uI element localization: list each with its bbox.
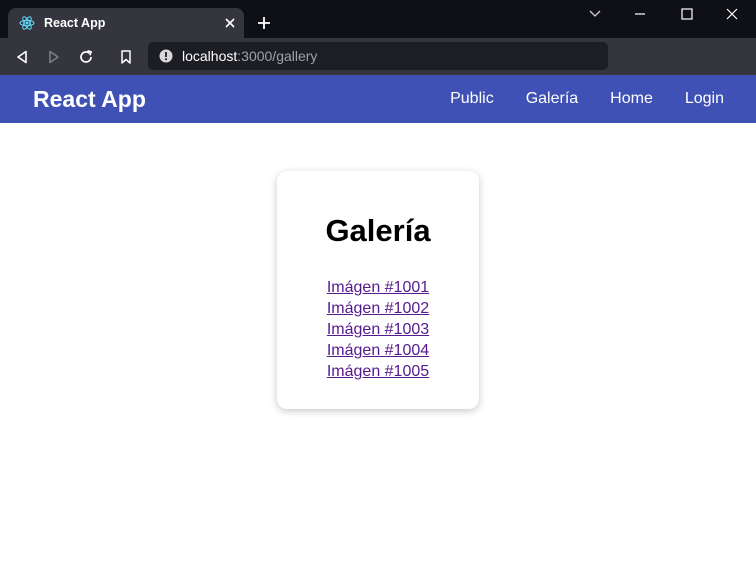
nav-link-home[interactable]: Home xyxy=(610,90,653,108)
forward-icon[interactable] xyxy=(43,46,65,68)
site-info-icon[interactable] xyxy=(159,49,173,63)
minimize-icon[interactable] xyxy=(630,4,650,24)
url-host: localhost xyxy=(182,48,238,64)
maximize-icon[interactable] xyxy=(677,4,697,24)
react-logo-icon xyxy=(18,14,36,32)
gallery-link-1005[interactable]: Imágen #1005 xyxy=(327,363,429,380)
list-item: Imágen #1003 xyxy=(277,319,479,340)
url-path: :3000/gallery xyxy=(237,48,318,64)
nav-link-galeria[interactable]: Galería xyxy=(526,90,578,108)
reload-icon[interactable] xyxy=(75,46,97,68)
browser-tab-strip: React App xyxy=(0,0,756,38)
app-navbar: React App Public Galería Home Login xyxy=(0,75,756,123)
gallery-link-1001[interactable]: Imágen #1001 xyxy=(327,279,429,296)
nav-links: Public Galería Home Login xyxy=(450,75,724,123)
close-tab-icon[interactable] xyxy=(222,15,238,31)
close-window-icon[interactable] xyxy=(722,4,742,24)
list-item: Imágen #1001 xyxy=(277,277,479,298)
list-item: Imágen #1002 xyxy=(277,298,479,319)
browser-tab[interactable]: React App xyxy=(8,8,244,38)
new-tab-icon[interactable] xyxy=(254,13,274,33)
browser-toolbar: localhost:3000/gallery xyxy=(0,38,756,75)
list-item: Imágen #1005 xyxy=(277,361,479,382)
address-url: localhost:3000/gallery xyxy=(182,48,317,64)
tab-title: React App xyxy=(44,16,106,30)
gallery-title: Galería xyxy=(325,213,431,248)
gallery-link-1003[interactable]: Imágen #1003 xyxy=(327,321,429,338)
gallery-link-1004[interactable]: Imágen #1004 xyxy=(327,342,429,359)
nav-link-public[interactable]: Public xyxy=(450,90,494,108)
tab-search-chevron-icon[interactable] xyxy=(585,4,605,24)
bookmark-icon[interactable] xyxy=(115,46,137,68)
brand-logo[interactable]: React App xyxy=(33,86,146,113)
gallery-link-1002[interactable]: Imágen #1002 xyxy=(327,300,429,317)
back-icon[interactable] xyxy=(11,46,33,68)
list-item: Imágen #1004 xyxy=(277,340,479,361)
gallery-list: Imágen #1001 Imágen #1002 Imágen #1003 I… xyxy=(277,277,479,382)
gallery-card: Galería Imágen #1001 Imágen #1002 Imágen… xyxy=(277,171,479,409)
nav-link-login[interactable]: Login xyxy=(685,90,724,108)
address-bar[interactable]: localhost:3000/gallery xyxy=(148,42,608,70)
